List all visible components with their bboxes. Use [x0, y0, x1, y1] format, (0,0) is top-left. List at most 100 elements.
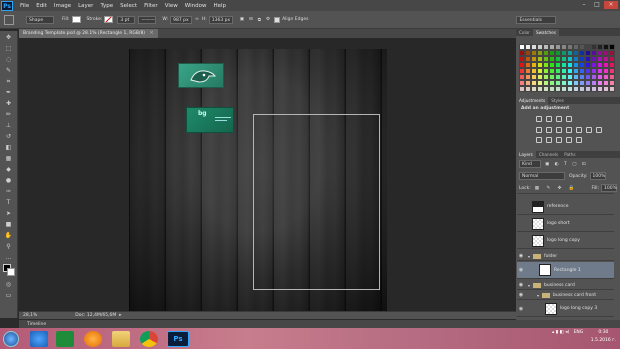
height-field[interactable]: 1363 px: [208, 15, 233, 24]
quick-mask-icon[interactable]: ◎: [3, 281, 14, 289]
brightness-icon[interactable]: [536, 116, 542, 122]
menu-type[interactable]: Type: [100, 3, 113, 9]
hue-saturation-icon[interactable]: [546, 127, 552, 133]
align-edges-checkbox[interactable]: [274, 16, 281, 23]
menu-select[interactable]: Select: [120, 3, 137, 9]
menu-window[interactable]: Window: [185, 3, 207, 9]
menu-edit[interactable]: Edit: [36, 3, 47, 9]
media-player-icon[interactable]: [84, 331, 102, 347]
gear-icon[interactable]: ⚙: [266, 17, 270, 22]
menu-filter[interactable]: Filter: [144, 3, 158, 9]
swatches-grid[interactable]: [519, 44, 615, 94]
gradient-tool-icon[interactable]: ▦: [3, 155, 14, 163]
eye-icon[interactable]: ◉: [517, 306, 525, 312]
tab-layers[interactable]: Layers: [516, 151, 536, 158]
menu-file[interactable]: File: [20, 3, 29, 9]
swatch-color[interactable]: [609, 86, 615, 92]
timeline-label[interactable]: Timeline: [27, 322, 46, 327]
stroke-swatch[interactable]: [104, 16, 114, 23]
clock[interactable]: 0:30 1.5.2016 г.: [591, 329, 616, 345]
expand-arrow-icon[interactable]: ▾: [528, 283, 530, 288]
black-white-icon[interactable]: [566, 127, 572, 133]
lock-icons[interactable]: ▦ ✎ ✥ 🔒: [535, 186, 578, 191]
vibrance-icon[interactable]: [536, 127, 542, 133]
marquee-tool-icon[interactable]: ⬚: [3, 45, 14, 53]
tab-channels[interactable]: Channels: [536, 151, 561, 158]
eye-icon[interactable]: ◉: [517, 267, 525, 273]
maximize-icon[interactable]: □: [591, 1, 603, 9]
more-tools-icon[interactable]: …: [3, 254, 14, 262]
selective-color-icon[interactable]: [576, 137, 582, 143]
opacity-field[interactable]: 100%: [589, 172, 606, 180]
type-tool-icon[interactable]: T: [3, 199, 14, 207]
internet-explorer-icon[interactable]: [30, 331, 48, 347]
tab-paths[interactable]: Paths: [561, 151, 578, 158]
quick-select-tool-icon[interactable]: ✎: [3, 67, 14, 75]
expand-arrow-icon[interactable]: ▾: [537, 293, 539, 298]
layer-row[interactable]: logo short: [517, 216, 614, 232]
minimize-icon[interactable]: –: [578, 1, 590, 9]
gradient-map-icon[interactable]: [566, 137, 572, 143]
menu-image[interactable]: Image: [54, 3, 71, 9]
tray-icons[interactable]: ▴ ▮ ◧ ◂): [552, 330, 572, 335]
layer-row[interactable]: reference: [517, 199, 614, 215]
start-button[interactable]: [3, 331, 19, 347]
layer-group-row[interactable]: ◉ ▾ business card: [517, 281, 614, 290]
kind-filter-select[interactable]: Kind: [519, 160, 541, 168]
path-alignment-icon[interactable]: ⊟: [249, 17, 253, 22]
stroke-type-select[interactable]: ———: [138, 15, 157, 24]
close-icon[interactable]: ×: [604, 1, 618, 9]
healing-brush-tool-icon[interactable]: ✚: [3, 100, 14, 108]
crop-tool-icon[interactable]: ⌗: [3, 78, 14, 86]
tab-color[interactable]: Color: [516, 29, 533, 36]
color-swatches[interactable]: [0, 264, 17, 278]
background-color[interactable]: [7, 268, 15, 276]
layer-row[interactable]: logo long copy: [517, 233, 614, 249]
close-tab-icon[interactable]: ×: [150, 30, 154, 36]
stroke-width-field[interactable]: 3 pt: [117, 15, 136, 24]
file-explorer-icon[interactable]: [112, 331, 130, 347]
photo-filter-icon[interactable]: [576, 127, 582, 133]
excel-icon[interactable]: [56, 331, 74, 347]
menu-help[interactable]: Help: [213, 3, 226, 9]
chrome-icon[interactable]: [140, 331, 158, 347]
dodge-tool-icon[interactable]: ●: [3, 177, 14, 185]
threshold-icon[interactable]: [556, 137, 562, 143]
history-brush-tool-icon[interactable]: ↺: [3, 133, 14, 141]
fill-swatch[interactable]: [71, 16, 81, 23]
brush-tool-icon[interactable]: ✏: [3, 111, 14, 119]
eye-icon[interactable]: ◉: [517, 292, 525, 298]
layer-row[interactable]: ◉ logo long copy 3: [517, 301, 614, 317]
eye-icon[interactable]: ◉: [517, 253, 525, 259]
blend-mode-select[interactable]: Normal: [519, 172, 565, 180]
path-select-tool-icon[interactable]: ➤: [3, 210, 14, 218]
rectangle-shape-outline[interactable]: [253, 114, 380, 290]
filter-icons[interactable]: ▣ ◐ T ▢ ⊡: [545, 162, 588, 167]
link-icon[interactable]: ∞: [195, 17, 199, 22]
workspace-select[interactable]: Essentials: [516, 15, 557, 24]
tab-adjustments[interactable]: Adjustments: [516, 97, 549, 104]
shape-mode-select[interactable]: Shape: [26, 15, 54, 24]
tab-styles[interactable]: Styles: [548, 97, 567, 104]
clone-stamp-tool-icon[interactable]: ⊥: [3, 122, 14, 130]
levels-icon[interactable]: [546, 116, 552, 122]
posterize-icon[interactable]: [546, 137, 552, 143]
fill-field[interactable]: 100%: [601, 184, 617, 192]
hand-tool-icon[interactable]: ✋: [3, 232, 14, 240]
layer-group-row[interactable]: ◉ ▾ folder: [517, 252, 614, 261]
document-tab[interactable]: Branding Template.psd @ 28.1% (Rectangle…: [19, 29, 158, 38]
curves-icon[interactable]: [556, 116, 562, 122]
zoom-level[interactable]: 28,1%: [23, 313, 37, 318]
pen-tool-icon[interactable]: ✑: [3, 188, 14, 196]
menu-view[interactable]: View: [165, 3, 178, 9]
blur-tool-icon[interactable]: ◆: [3, 166, 14, 174]
move-tool-icon[interactable]: ✥: [3, 34, 14, 42]
eyedropper-tool-icon[interactable]: ✒: [3, 89, 14, 97]
path-operations-icon[interactable]: ▣: [240, 17, 244, 22]
layer-group-row[interactable]: ◉ ▾ business card front: [517, 291, 614, 300]
zoom-tool-icon[interactable]: ⚲: [3, 243, 14, 251]
channel-mixer-icon[interactable]: [586, 127, 592, 133]
tool-preset-icon[interactable]: [4, 14, 14, 25]
invert-icon[interactable]: [536, 137, 542, 143]
photoshop-taskbar-icon[interactable]: Ps: [167, 331, 189, 347]
